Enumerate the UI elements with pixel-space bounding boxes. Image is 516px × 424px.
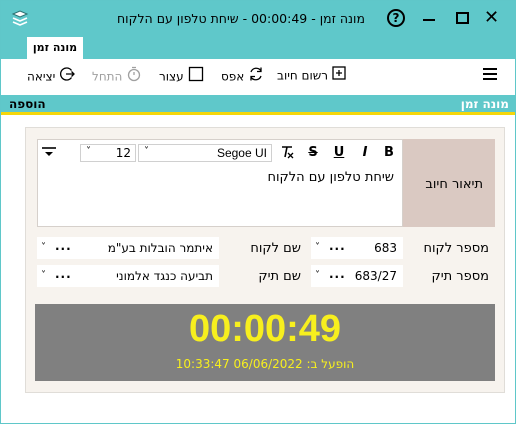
case-number-value: 683/27: [354, 269, 397, 283]
client-name-field[interactable]: איתמר הובלות בע"מ ˅ ...: [37, 237, 219, 259]
font-size-select[interactable]: ˅ 12: [80, 144, 136, 162]
chevron-down-icon: ˅: [144, 146, 149, 157]
stopwatch-icon: [126, 66, 142, 87]
exit-button[interactable]: יציאה: [27, 66, 76, 87]
exit-label: יציאה: [27, 69, 56, 84]
client-number-field[interactable]: 683 ˅ ...: [311, 237, 403, 259]
stop-square-icon: [188, 66, 204, 87]
description-label: תיאור חיוב: [425, 177, 483, 192]
title-bar[interactable]: מונה זמן - 00:00:49 - שיחת טלפון עם הלקו…: [1, 1, 515, 37]
case-name-value: תביעה כנגד אלמוני: [116, 269, 213, 283]
editor-toolbar: B I U S ˅ Segoe UI ˅ 12: [38, 140, 402, 166]
refresh-icon: [248, 66, 264, 87]
more-icon[interactable]: ...: [55, 235, 72, 257]
more-icon[interactable]: ...: [329, 263, 346, 285]
description-editor[interactable]: B I U S ˅ Segoe UI ˅ 12 שיחת טלפון עם הל…: [37, 139, 403, 227]
client-number-value: 683: [374, 241, 397, 255]
case-name-field[interactable]: תביעה כנגד אלמוני ˅ ...: [37, 265, 219, 287]
app-icon: [11, 10, 29, 26]
chevron-down-icon: ˅: [41, 242, 46, 253]
ribbon-tabs: מונה זמן: [1, 37, 515, 59]
chevron-down-icon: ˅: [41, 270, 46, 281]
window-title: מונה זמן - 00:00:49 - שיחת טלפון עם הלקו…: [117, 11, 365, 26]
record-charge-label: רשום חיוב: [277, 68, 329, 83]
client-name-value: איתמר הובלות בע"מ: [107, 241, 213, 255]
description-label-box: תיאור חיוב: [403, 139, 495, 227]
add-link[interactable]: הוספה: [9, 97, 46, 111]
minimize-icon[interactable]: [423, 19, 435, 21]
timer-display: 00:00:49 הופעל ב: 06/06/2022 10:33:47: [35, 304, 495, 381]
chevron-down-icon: ˅: [315, 242, 320, 253]
underline-button[interactable]: U: [330, 144, 348, 162]
exit-icon: [59, 66, 76, 87]
start-button[interactable]: התחל: [92, 66, 142, 84]
clear-format-icon[interactable]: [278, 144, 296, 162]
timer-window: מונה זמן - 00:00:49 - שיחת טלפון עם הלקו…: [0, 0, 516, 424]
client-number-label: מספר לקוח: [423, 241, 489, 256]
maximize-icon[interactable]: [456, 12, 469, 24]
stop-button[interactable]: עצור: [159, 66, 204, 84]
stop-label: עצור: [159, 69, 184, 84]
tab-timer[interactable]: מונה זמן: [27, 37, 83, 59]
close-icon[interactable]: ✕: [484, 6, 499, 30]
started-at: הופעל ב: 06/06/2022 10:33:47: [175, 357, 355, 371]
start-label: התחל: [92, 69, 123, 84]
case-name-label: שם תיק: [258, 269, 301, 284]
reset-label: אפס: [221, 69, 245, 84]
help-icon[interactable]: ?: [387, 9, 405, 27]
strikethrough-button[interactable]: S: [304, 144, 322, 162]
add-box-icon: [332, 66, 346, 85]
case-number-label: מספר תיק: [431, 269, 489, 284]
font-name-select[interactable]: ˅ Segoe UI: [138, 144, 272, 162]
chevron-down-icon: ˅: [86, 146, 91, 157]
section-header: מונה זמן הוספה: [1, 95, 515, 115]
toolbar-expand-icon[interactable]: [40, 146, 58, 164]
chevron-down-icon: ˅: [315, 270, 320, 281]
case-number-field[interactable]: 683/27 ˅ ...: [311, 265, 403, 287]
menu-icon[interactable]: [483, 68, 497, 80]
font-size-value: 12: [115, 146, 131, 160]
elapsed-time: 00:00:49: [188, 308, 342, 350]
more-icon[interactable]: ...: [329, 235, 346, 257]
more-icon[interactable]: ...: [55, 263, 72, 285]
reset-button[interactable]: אפס: [221, 66, 264, 84]
section-title: מונה זמן: [460, 97, 509, 111]
client-name-label: שם לקוח: [250, 241, 301, 256]
italic-button[interactable]: I: [356, 144, 374, 162]
record-charge-button[interactable]: רשום חיוב: [277, 66, 346, 84]
bold-button[interactable]: B: [380, 144, 398, 162]
font-name-value: Segoe UI: [216, 146, 267, 160]
description-text: שיחת טלפון עם הלקוח: [267, 170, 394, 185]
toolbar: רשום חיוב אפס עצור התחל יציאה: [1, 59, 515, 91]
